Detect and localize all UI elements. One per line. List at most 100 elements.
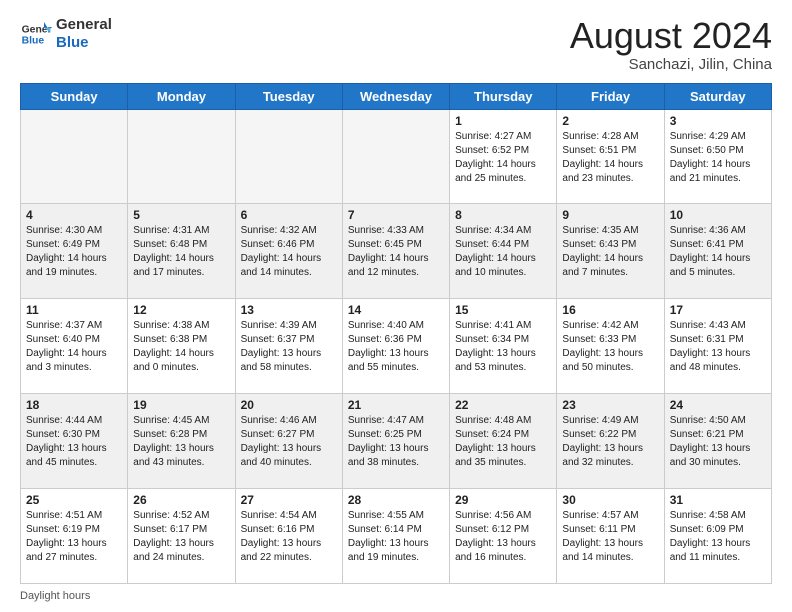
- day-number: 31: [670, 493, 766, 507]
- calendar-table: SundayMondayTuesdayWednesdayThursdayFrid…: [20, 83, 772, 584]
- day-number: 20: [241, 398, 337, 412]
- day-info: Sunrise: 4:36 AM Sunset: 6:41 PM Dayligh…: [670, 224, 766, 280]
- calendar-day-header: Wednesday: [342, 83, 449, 109]
- day-number: 13: [241, 303, 337, 317]
- title-block: August 2024 Sanchazi, Jilin, China: [570, 16, 772, 73]
- day-info: Sunrise: 4:27 AM Sunset: 6:52 PM Dayligh…: [455, 130, 551, 186]
- day-number: 17: [670, 303, 766, 317]
- day-number: 15: [455, 303, 551, 317]
- calendar-day-cell: 8 Sunrise: 4:34 AM Sunset: 6:44 PM Daylig…: [450, 204, 557, 299]
- calendar-day-header: Friday: [557, 83, 664, 109]
- day-info: Sunrise: 4:46 AM Sunset: 6:27 PM Dayligh…: [241, 414, 337, 470]
- calendar-day-cell: [128, 109, 235, 204]
- calendar-day-header: Thursday: [450, 83, 557, 109]
- calendar-day-cell: 30 Sunrise: 4:57 AM Sunset: 6:11 PM Dayli…: [557, 489, 664, 584]
- calendar-day-cell: 20 Sunrise: 4:46 AM Sunset: 6:27 PM Dayli…: [235, 394, 342, 489]
- day-number: 23: [562, 398, 658, 412]
- page-header: General Blue General Blue August 2024 Sa…: [20, 16, 772, 73]
- calendar-day-cell: 16 Sunrise: 4:42 AM Sunset: 6:33 PM Dayli…: [557, 299, 664, 394]
- day-number: 26: [133, 493, 229, 507]
- calendar-day-cell: 9Sunrise: 4:35 AM Sunset: 6:43 PM Daylig…: [557, 204, 664, 299]
- calendar-day-cell: 19Sunrise: 4:45 AM Sunset: 6:28 PM Dayli…: [128, 394, 235, 489]
- day-info: Sunrise: 4:30 AM Sunset: 6:49 PM Dayligh…: [26, 224, 122, 280]
- day-number: 6: [241, 208, 337, 222]
- day-number: 21: [348, 398, 444, 412]
- day-number: 14: [348, 303, 444, 317]
- svg-text:Blue: Blue: [22, 36, 45, 47]
- calendar-day-header: Sunday: [21, 83, 128, 109]
- calendar-day-cell: 6 Sunrise: 4:32 AM Sunset: 6:46 PM Daylig…: [235, 204, 342, 299]
- day-number: 27: [241, 493, 337, 507]
- calendar-day-cell: [235, 109, 342, 204]
- logo-blue: Blue: [56, 34, 112, 52]
- day-number: 10: [670, 208, 766, 222]
- calendar-day-cell: 15 Sunrise: 4:41 AM Sunset: 6:34 PM Dayli…: [450, 299, 557, 394]
- day-number: 25: [26, 493, 122, 507]
- day-info: Sunrise: 4:34 AM Sunset: 6:44 PM Dayligh…: [455, 224, 551, 280]
- day-number: 8: [455, 208, 551, 222]
- calendar-day-header: Saturday: [664, 83, 771, 109]
- calendar-day-cell: 18Sunrise: 4:44 AM Sunset: 6:30 PM Dayli…: [21, 394, 128, 489]
- calendar-day-cell: [21, 109, 128, 204]
- day-info: Sunrise: 4:39 AM Sunset: 6:37 PM Dayligh…: [241, 319, 337, 375]
- day-info: Sunrise: 4:55 AM Sunset: 6:14 PM Dayligh…: [348, 509, 444, 565]
- day-number: 19: [133, 398, 229, 412]
- calendar-day-header: Tuesday: [235, 83, 342, 109]
- calendar-week-row: 4 Sunrise: 4:30 AM Sunset: 6:49 PM Daylig…: [21, 204, 772, 299]
- day-info: Sunrise: 4:54 AM Sunset: 6:16 PM Dayligh…: [241, 509, 337, 565]
- calendar-day-cell: 12Sunrise: 4:38 AM Sunset: 6:38 PM Dayli…: [128, 299, 235, 394]
- day-number: 16: [562, 303, 658, 317]
- day-info: Sunrise: 4:40 AM Sunset: 6:36 PM Dayligh…: [348, 319, 444, 375]
- day-number: 2: [562, 114, 658, 128]
- calendar-week-row: 1 Sunrise: 4:27 AM Sunset: 6:52 PM Daylig…: [21, 109, 772, 204]
- calendar-day-cell: 21 Sunrise: 4:47 AM Sunset: 6:25 PM Dayli…: [342, 394, 449, 489]
- day-number: 9: [562, 208, 658, 222]
- day-info: Sunrise: 4:38 AM Sunset: 6:38 PM Dayligh…: [133, 319, 229, 375]
- day-info: Sunrise: 4:48 AM Sunset: 6:24 PM Dayligh…: [455, 414, 551, 470]
- day-info: Sunrise: 4:44 AM Sunset: 6:30 PM Dayligh…: [26, 414, 122, 470]
- day-info: Sunrise: 4:57 AM Sunset: 6:11 PM Dayligh…: [562, 509, 658, 565]
- day-info: Sunrise: 4:50 AM Sunset: 6:21 PM Dayligh…: [670, 414, 766, 470]
- calendar-day-cell: 22Sunrise: 4:48 AM Sunset: 6:24 PM Dayli…: [450, 394, 557, 489]
- calendar-day-cell: 27 Sunrise: 4:54 AM Sunset: 6:16 PM Dayli…: [235, 489, 342, 584]
- day-number: 29: [455, 493, 551, 507]
- logo: General Blue General Blue: [20, 16, 112, 52]
- calendar-day-cell: 28 Sunrise: 4:55 AM Sunset: 6:14 PM Dayli…: [342, 489, 449, 584]
- calendar-day-cell: 5 Sunrise: 4:31 AM Sunset: 6:48 PM Daylig…: [128, 204, 235, 299]
- calendar-day-cell: 10 Sunrise: 4:36 AM Sunset: 6:41 PM Dayli…: [664, 204, 771, 299]
- day-info: Sunrise: 4:43 AM Sunset: 6:31 PM Dayligh…: [670, 319, 766, 375]
- day-info: Sunrise: 4:58 AM Sunset: 6:09 PM Dayligh…: [670, 509, 766, 565]
- day-number: 28: [348, 493, 444, 507]
- logo-general: General: [56, 16, 112, 34]
- day-info: Sunrise: 4:42 AM Sunset: 6:33 PM Dayligh…: [562, 319, 658, 375]
- day-info: Sunrise: 4:51 AM Sunset: 6:19 PM Dayligh…: [26, 509, 122, 565]
- calendar-day-cell: 3Sunrise: 4:29 AM Sunset: 6:50 PM Daylig…: [664, 109, 771, 204]
- day-number: 11: [26, 303, 122, 317]
- calendar-day-cell: 1 Sunrise: 4:27 AM Sunset: 6:52 PM Daylig…: [450, 109, 557, 204]
- day-number: 3: [670, 114, 766, 128]
- calendar-day-cell: 29 Sunrise: 4:56 AM Sunset: 6:12 PM Dayli…: [450, 489, 557, 584]
- location: Sanchazi, Jilin, China: [570, 56, 772, 73]
- daylight-hours-label: Daylight hours: [20, 590, 90, 602]
- calendar-day-cell: 4 Sunrise: 4:30 AM Sunset: 6:49 PM Daylig…: [21, 204, 128, 299]
- day-info: Sunrise: 4:56 AM Sunset: 6:12 PM Dayligh…: [455, 509, 551, 565]
- day-info: Sunrise: 4:31 AM Sunset: 6:48 PM Dayligh…: [133, 224, 229, 280]
- day-number: 30: [562, 493, 658, 507]
- calendar-week-row: 25 Sunrise: 4:51 AM Sunset: 6:19 PM Dayli…: [21, 489, 772, 584]
- calendar-day-cell: 13 Sunrise: 4:39 AM Sunset: 6:37 PM Dayli…: [235, 299, 342, 394]
- calendar-day-cell: 2 Sunrise: 4:28 AM Sunset: 6:51 PM Daylig…: [557, 109, 664, 204]
- day-info: Sunrise: 4:28 AM Sunset: 6:51 PM Dayligh…: [562, 130, 658, 186]
- calendar-day-cell: 26Sunrise: 4:52 AM Sunset: 6:17 PM Dayli…: [128, 489, 235, 584]
- day-number: 5: [133, 208, 229, 222]
- day-number: 4: [26, 208, 122, 222]
- day-info: Sunrise: 4:33 AM Sunset: 6:45 PM Dayligh…: [348, 224, 444, 280]
- day-info: Sunrise: 4:41 AM Sunset: 6:34 PM Dayligh…: [455, 319, 551, 375]
- footer: Daylight hours: [20, 590, 772, 602]
- calendar-day-header: Monday: [128, 83, 235, 109]
- day-info: Sunrise: 4:37 AM Sunset: 6:40 PM Dayligh…: [26, 319, 122, 375]
- day-number: 1: [455, 114, 551, 128]
- calendar-day-cell: 17 Sunrise: 4:43 AM Sunset: 6:31 PM Dayli…: [664, 299, 771, 394]
- day-info: Sunrise: 4:47 AM Sunset: 6:25 PM Dayligh…: [348, 414, 444, 470]
- day-info: Sunrise: 4:32 AM Sunset: 6:46 PM Dayligh…: [241, 224, 337, 280]
- calendar-day-cell: 11 Sunrise: 4:37 AM Sunset: 6:40 PM Dayli…: [21, 299, 128, 394]
